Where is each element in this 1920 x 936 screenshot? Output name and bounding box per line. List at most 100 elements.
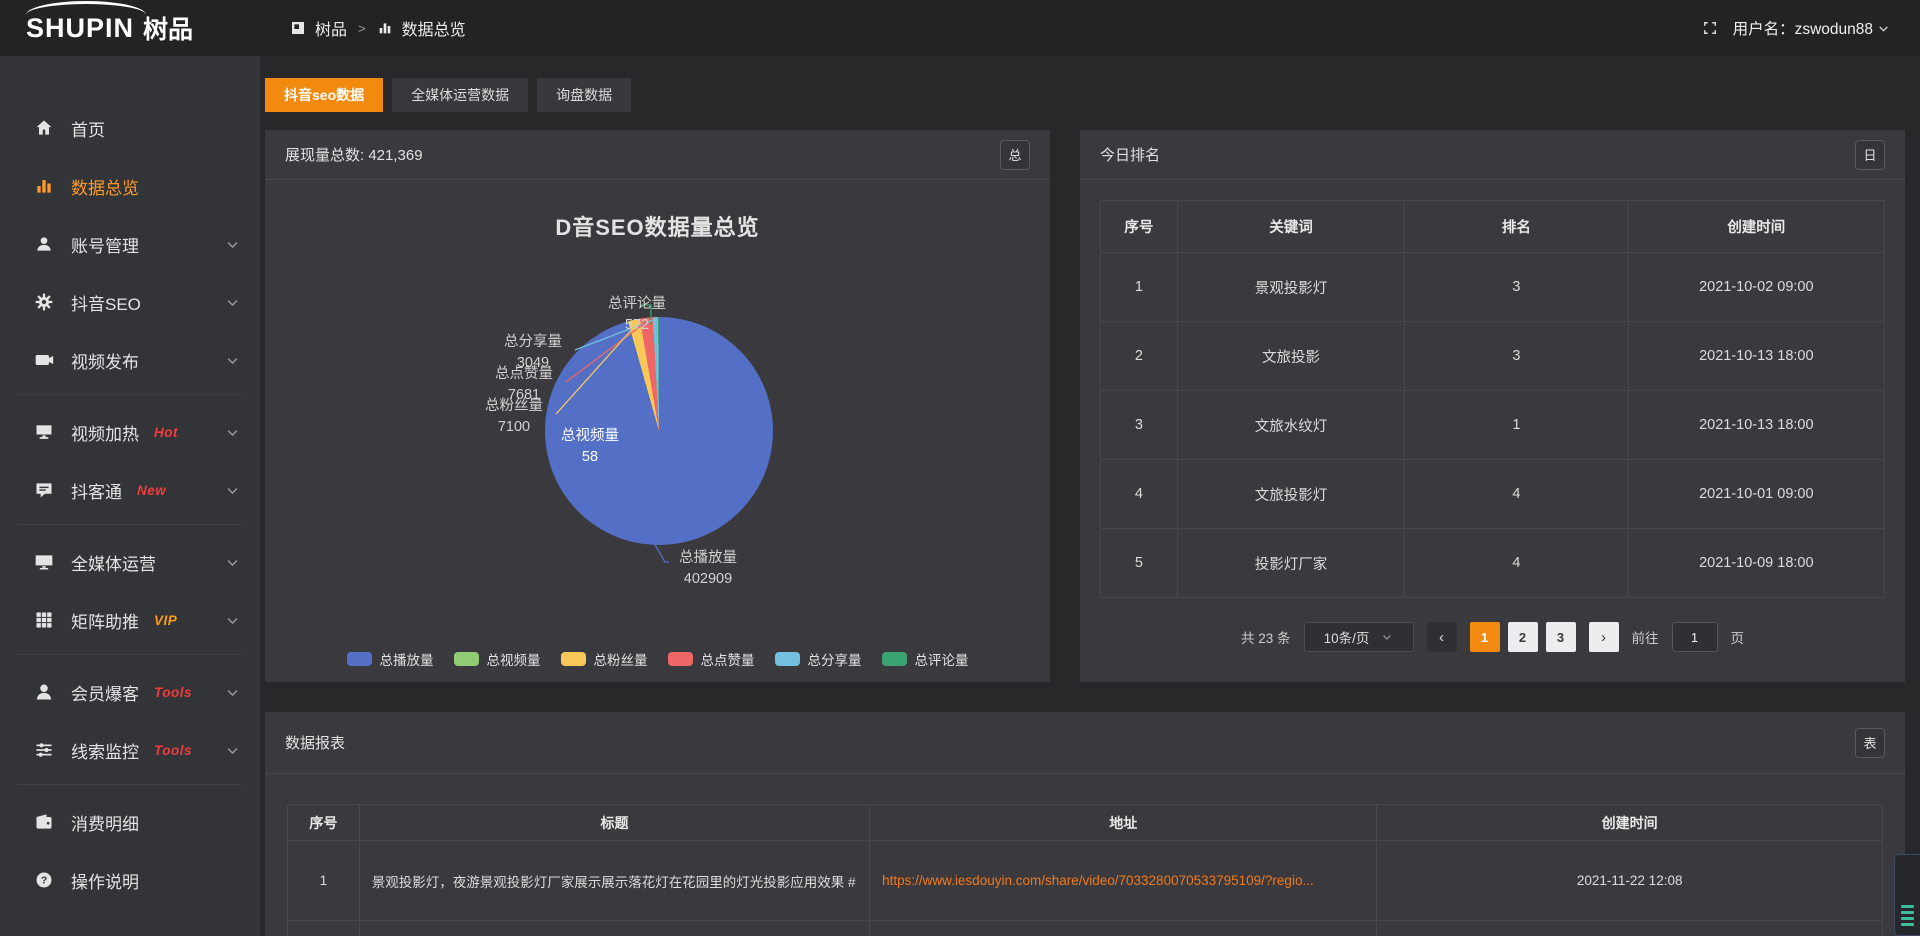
legend-item[interactable]: 总评论量 xyxy=(882,649,969,669)
tab-bar: 抖音seo数据全媒体运营数据询盘数据 xyxy=(265,78,1905,112)
sidebar-item-label: 数据总览 xyxy=(71,174,139,199)
pie-label-videos: 总视频量58 xyxy=(550,426,630,468)
table-cell: 1 xyxy=(1101,253,1178,322)
chevron-down-icon xyxy=(225,685,240,700)
sidebar-item[interactable]: 消费明细 xyxy=(0,798,260,846)
overview-total-button[interactable]: 总 xyxy=(1000,140,1030,170)
svg-text:?: ? xyxy=(41,876,47,887)
prev-page-button[interactable]: ‹ xyxy=(1427,622,1457,652)
sidebar-item[interactable]: 线索监控Tools xyxy=(0,726,260,774)
overview-panel-header: 展现量总数: 421,369 总 xyxy=(265,130,1050,180)
top-panels-row: 展现量总数: 421,369 总 D音SEO数据量总览 总评论量572 xyxy=(265,130,1905,682)
table-header-cell: 标题 xyxy=(359,805,869,841)
table-cell: 1 xyxy=(1405,391,1628,460)
ranking-panel: 今日排名 日 序号关键词排名创建时间 1景观投影灯32021-10-02 09:… xyxy=(1080,130,1905,682)
fullscreen-icon[interactable] xyxy=(1701,19,1719,37)
sidebar-item-badge: Tools xyxy=(154,685,192,700)
legend-label: 总点赞量 xyxy=(701,649,755,669)
logo-text: SHUPIN xyxy=(26,13,134,44)
overview-panel: 展现量总数: 421,369 总 D音SEO数据量总览 总评论量572 xyxy=(265,130,1050,682)
page-number-buttons: 123 xyxy=(1470,622,1576,652)
tab-inactive[interactable]: 全媒体运营数据 xyxy=(392,78,528,112)
chevron-down-icon xyxy=(225,425,240,440)
legend-item[interactable]: 总分享量 xyxy=(775,649,862,669)
goto-page-input[interactable] xyxy=(1672,622,1718,652)
logo-arc xyxy=(26,1,146,15)
table-row: 1景观投影灯32021-10-02 09:00 xyxy=(1101,253,1885,322)
table-header-cell: 关键词 xyxy=(1177,201,1404,253)
sidebar-item[interactable]: 会员爆客Tools xyxy=(0,668,260,716)
floating-service-widget[interactable] xyxy=(1894,854,1920,936)
sidebar-item[interactable]: 首页 xyxy=(0,104,260,152)
breadcrumb-root[interactable]: 树品 xyxy=(315,16,347,40)
legend-item[interactable]: 总播放量 xyxy=(347,649,434,669)
goto-label: 前往 xyxy=(1632,627,1659,647)
logo-area: SHUPIN 树品 xyxy=(0,10,260,46)
pie-label-plays: 总播放量402909 xyxy=(666,548,750,590)
report-table: 序号标题地址创建时间 1景观投影灯，夜游景观投影灯厂家展示展示落花灯在花园里的灯… xyxy=(287,804,1883,936)
sidebar-item-label: 首页 xyxy=(71,116,105,141)
sidebar-item-label: 抖客通 xyxy=(71,478,122,503)
sidebar-item[interactable]: 数据总览 xyxy=(0,162,260,210)
tab-active[interactable]: 抖音seo数据 xyxy=(265,78,383,112)
video-link[interactable]: https://www.iesdouyin.com/share/video/70… xyxy=(882,873,1364,888)
sidebar-item[interactable]: 抖客通New xyxy=(0,466,260,514)
user-icon xyxy=(34,234,54,254)
page-button[interactable]: 2 xyxy=(1508,622,1538,652)
sidebar-divider xyxy=(18,524,242,525)
legend-label: 总分享量 xyxy=(808,649,862,669)
report-time-cell: 2021-11-22 12:08 xyxy=(1377,841,1883,921)
sidebar-item-label: 全媒体运营 xyxy=(71,550,156,575)
table-cell: 3 xyxy=(1405,322,1628,391)
table-cell: 4 xyxy=(1405,460,1628,529)
page-size-select[interactable]: 10条/页 xyxy=(1304,622,1414,652)
sidebar-item[interactable]: 全媒体运营 xyxy=(0,538,260,586)
report-panel: 数据报表 表 序号标题地址创建时间 1景观投影灯，夜游景观投影灯厂家展示展示落花… xyxy=(265,712,1905,936)
legend-swatch xyxy=(561,652,586,666)
app-logo[interactable]: SHUPIN 树品 xyxy=(26,10,193,46)
pie-label-comments: 总评论量572 xyxy=(597,294,677,336)
chevron-down-icon xyxy=(225,613,240,628)
tab-inactive[interactable]: 询盘数据 xyxy=(537,78,631,112)
widget-bar xyxy=(1901,917,1914,920)
table-cell: 文旅水纹灯 xyxy=(1177,391,1404,460)
sidebar-item[interactable]: 视频发布 xyxy=(0,336,260,384)
legend-item[interactable]: 总粉丝量 xyxy=(561,649,648,669)
overview-title: 展现量总数: 421,369 xyxy=(285,144,423,165)
table-cell: 2021-10-01 09:00 xyxy=(1628,460,1884,529)
chevron-down-icon xyxy=(225,353,240,368)
ranking-day-button[interactable]: 日 xyxy=(1855,140,1885,170)
bar-chart-icon xyxy=(34,176,54,196)
sidebar-divider xyxy=(18,784,242,785)
report-table-header-row: 序号标题地址创建时间 xyxy=(288,805,1883,841)
next-page-button[interactable]: › xyxy=(1589,622,1619,652)
page-button[interactable]: 1 xyxy=(1470,622,1500,652)
sidebar-item[interactable]: 账号管理 xyxy=(0,220,260,268)
help-icon: ? xyxy=(34,870,54,890)
table-row: 4文旅投影灯42021-10-01 09:00 xyxy=(1101,460,1885,529)
legend-item[interactable]: 总点赞量 xyxy=(668,649,755,669)
user-menu[interactable]: 用户名：zswodun88 xyxy=(1733,17,1890,39)
chevron-down-icon xyxy=(1381,631,1393,643)
page-button[interactable]: 3 xyxy=(1546,622,1576,652)
chevron-down-icon xyxy=(1877,22,1890,35)
legend-item[interactable]: 总视频量 xyxy=(454,649,541,669)
ranking-title: 今日排名 xyxy=(1100,144,1160,165)
sidebar-item-label: 视频加热 xyxy=(71,420,139,445)
sidebar-item[interactable]: 抖音SEO xyxy=(0,278,260,326)
grid-small-icon xyxy=(290,20,306,36)
top-bar: SHUPIN 树品 树品 > 数据总览 用户名：zswodun88 xyxy=(0,0,1920,56)
wallet-icon xyxy=(34,812,54,832)
sidebar-item[interactable]: 视频加热Hot xyxy=(0,408,260,456)
table-header-cell: 创建时间 xyxy=(1628,201,1884,253)
app-root: SHUPIN 树品 树品 > 数据总览 用户名：zswodun88 xyxy=(0,0,1920,936)
widget-bar xyxy=(1901,905,1914,908)
report-table-button[interactable]: 表 xyxy=(1855,728,1885,758)
member-icon xyxy=(34,682,54,702)
table-header-cell: 序号 xyxy=(288,805,360,841)
grid-icon xyxy=(34,610,54,630)
table-cell xyxy=(1377,921,1883,936)
sidebar-item[interactable]: ?操作说明 xyxy=(0,856,260,904)
sidebar-item[interactable]: 矩阵助推VIP xyxy=(0,596,260,644)
table-row: 5投影灯厂家42021-10-09 18:00 xyxy=(1101,529,1885,598)
